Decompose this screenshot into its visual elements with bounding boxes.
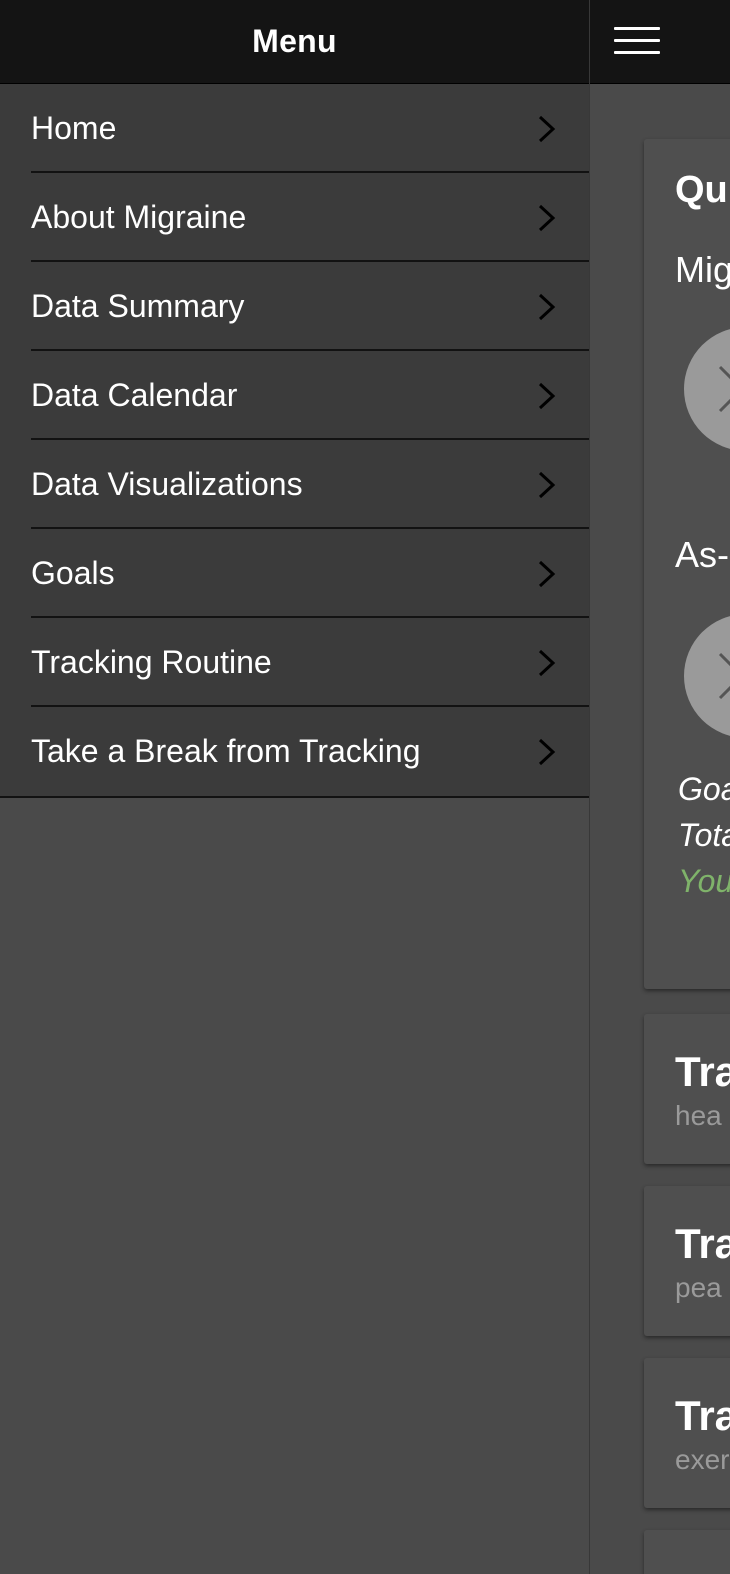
chevron-right-icon — [538, 649, 556, 676]
chevron-right-icon — [538, 204, 556, 231]
menu-list: Home About Migraine Data Summary Data Ca… — [0, 84, 589, 798]
tracking-card[interactable] — [644, 1530, 730, 1574]
menu-item-data-calendar[interactable]: Data Calendar — [0, 351, 589, 440]
status-line: You — [678, 863, 730, 899]
content-header — [590, 0, 730, 84]
tracking-card-subtitle: hea — [675, 1100, 722, 1131]
menu-item-data-summary[interactable]: Data Summary — [0, 262, 589, 351]
tracking-card[interactable]: Tra pea — [644, 1186, 730, 1336]
chevron-right-icon — [538, 560, 556, 587]
menu-item-about-migraine[interactable]: About Migraine — [0, 173, 589, 262]
menu-item-label: About Migraine — [31, 199, 247, 235]
chevron-right-icon — [538, 382, 556, 409]
menu-item-label: Take a Break from Tracking — [31, 733, 421, 769]
tracking-card-title: Tra — [675, 1392, 730, 1439]
hamburger-menu-icon[interactable] — [614, 26, 660, 56]
chevron-right-icon — [538, 293, 556, 320]
menu-item-goals[interactable]: Goals — [0, 529, 589, 618]
side-menu: Menu Home About Migraine Data Summary Da… — [0, 0, 590, 1574]
tracking-card[interactable]: Tra hea — [644, 1014, 730, 1164]
migraine-label: Mig — [675, 249, 730, 290]
content-area: Qu Mig As- Goa Tota You Tra hea — [590, 84, 730, 1574]
close-icon — [718, 365, 730, 413]
hamburger-line — [614, 51, 660, 54]
menu-item-tracking-routine[interactable]: Tracking Routine — [0, 618, 589, 707]
hamburger-line — [614, 39, 660, 42]
hamburger-line — [614, 27, 660, 30]
quick-entry-card: Qu Mig As- Goa Tota You — [644, 139, 730, 989]
menu-item-label: Home — [31, 110, 117, 146]
as-needed-toggle-button[interactable] — [684, 614, 730, 738]
as-needed-label: As- — [675, 534, 729, 575]
tracking-card-subtitle: pea — [675, 1272, 722, 1303]
tracking-card-title: Tra — [675, 1220, 730, 1267]
menu-title: Menu — [252, 23, 337, 59]
goal-line: Goa — [678, 771, 730, 807]
menu-item-label: Data Summary — [31, 288, 245, 324]
menu-item-label: Data Calendar — [31, 377, 238, 413]
menu-item-label: Data Visualizations — [31, 466, 303, 502]
app-root: Menu Home About Migraine Data Summary Da… — [0, 0, 730, 1574]
menu-item-label: Tracking Routine — [31, 644, 272, 680]
tracking-card[interactable]: Tra exer — [644, 1358, 730, 1508]
menu-item-label: Goals — [31, 555, 115, 591]
chevron-right-icon — [538, 738, 556, 765]
chevron-right-icon — [538, 471, 556, 498]
menu-item-take-a-break[interactable]: Take a Break from Tracking — [0, 707, 589, 796]
migraine-toggle-button[interactable] — [684, 327, 730, 451]
chevron-right-icon — [538, 115, 556, 142]
tracking-card-title: Tra — [675, 1048, 730, 1095]
tracking-card-subtitle: exer — [675, 1444, 730, 1475]
card-heading: Qu — [675, 169, 728, 211]
menu-header: Menu — [0, 0, 589, 84]
total-line: Tota — [678, 817, 730, 853]
close-icon — [718, 652, 730, 700]
menu-item-home[interactable]: Home — [0, 84, 589, 173]
menu-item-data-visualizations[interactable]: Data Visualizations — [0, 440, 589, 529]
